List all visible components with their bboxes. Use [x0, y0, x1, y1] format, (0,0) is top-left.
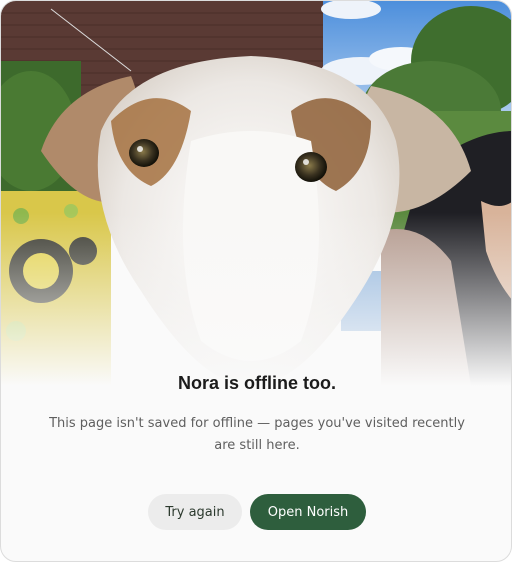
page-title: Nora is offline too. [177, 373, 336, 393]
offline-message: This page isn't saved for offline — page… [49, 416, 465, 453]
action-bar: Try again Open Norish [1, 494, 511, 530]
offline-card: Nora is offline too. This page isn't sav… [0, 0, 512, 562]
open-norish-button[interactable]: Open Norish [250, 494, 366, 530]
hero-dog-photo [1, 1, 511, 386]
try-again-button[interactable]: Try again [148, 494, 242, 530]
